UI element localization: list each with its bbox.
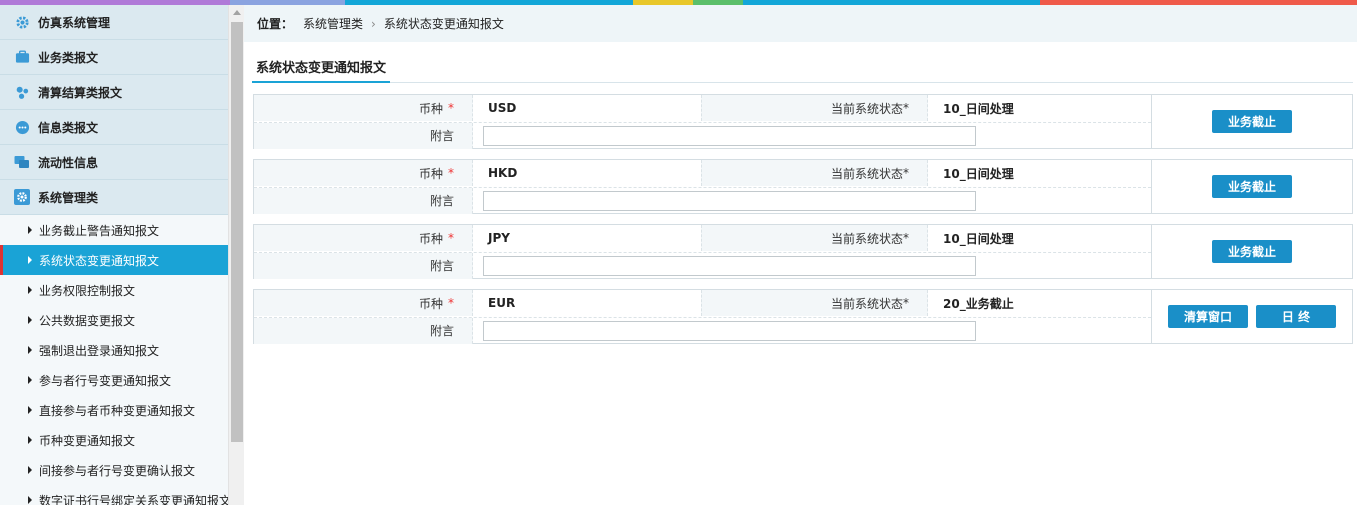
status-label: 当前系统状态 * bbox=[701, 160, 928, 186]
sidebar-item-selected[interactable]: 系统状态变更通知报文 bbox=[0, 245, 228, 275]
caret-right-icon bbox=[28, 406, 32, 414]
sidebar-sub-list: 业务截止警告通知报文 系统状态变更通知报文 业务权限控制报文 公共数据变更报文 … bbox=[0, 215, 228, 505]
caret-right-icon bbox=[28, 316, 32, 324]
note-input[interactable] bbox=[483, 190, 976, 211]
sidebar-item-label: 公共数据变更报文 bbox=[39, 313, 136, 328]
sidebar-item-label: 业务权限控制报文 bbox=[39, 283, 136, 298]
action-cell: 业务截止 bbox=[1151, 225, 1352, 278]
note-label: 附言 bbox=[254, 122, 473, 149]
settings-icon bbox=[14, 189, 30, 205]
scrollbar-thumb[interactable] bbox=[231, 22, 243, 442]
sidebar-item[interactable]: 参与者行号变更通知报文 bbox=[0, 365, 228, 395]
sidebar-item-label: 直接参与者币种变更通知报文 bbox=[39, 403, 196, 418]
currency-label: 币种 * bbox=[254, 95, 473, 121]
comments-icon bbox=[14, 154, 30, 170]
panel-row-note: 附言 bbox=[254, 317, 1151, 344]
business-cutoff-button[interactable]: 业务截止 bbox=[1212, 175, 1292, 198]
sidebar-group-label: 业务类报文 bbox=[38, 50, 99, 65]
panel-row-main: 币种 * EUR 当前系统状态 * 20_业务截止 bbox=[254, 290, 1151, 316]
sidebar-item[interactable]: 币种变更通知报文 bbox=[0, 425, 228, 455]
sidebar-group-simulation[interactable]: 仿真系统管理 bbox=[0, 5, 228, 40]
sidebar-item[interactable]: 公共数据变更报文 bbox=[0, 305, 228, 335]
action-cell: 业务截止 bbox=[1151, 95, 1352, 148]
sidebar-item-label: 币种变更通知报文 bbox=[39, 433, 136, 448]
sidebar-group-label: 流动性信息 bbox=[38, 155, 99, 170]
currency-panel: 币种 * USD 当前系统状态 * 10_日间处理 附言 业务截止 bbox=[253, 94, 1353, 149]
caret-right-icon bbox=[28, 496, 32, 504]
note-label: 附言 bbox=[254, 317, 473, 344]
chat-icon bbox=[14, 119, 30, 135]
business-cutoff-button[interactable]: 业务截止 bbox=[1212, 110, 1292, 133]
caret-right-icon bbox=[28, 346, 32, 354]
sidebar-group-liquidity[interactable]: 流动性信息 bbox=[0, 145, 228, 180]
note-label: 附言 bbox=[254, 252, 473, 279]
gear-icon bbox=[14, 14, 30, 30]
currency-value: JPY bbox=[488, 231, 510, 245]
currency-panel: 币种 * HKD 当前系统状态 * 10_日间处理 附言 业务截止 bbox=[253, 159, 1353, 214]
sidebar-item-label: 业务截止警告通知报文 bbox=[39, 223, 160, 238]
sidebar-group-label: 仿真系统管理 bbox=[38, 15, 111, 30]
status-value: 10_日间处理 bbox=[943, 231, 1014, 246]
caret-right-icon bbox=[28, 226, 32, 234]
panel-row-main: 币种 * USD 当前系统状态 * 10_日间处理 bbox=[254, 95, 1151, 121]
note-label: 附言 bbox=[254, 187, 473, 214]
sidebar-group-clearing[interactable]: 清算结算类报文 bbox=[0, 75, 228, 110]
currency-label: 币种 * bbox=[254, 160, 473, 186]
currency-label: 币种 * bbox=[254, 225, 473, 251]
currency-value: USD bbox=[488, 101, 517, 115]
caret-right-icon bbox=[28, 286, 32, 294]
sidebar-item-label: 系统状态变更通知报文 bbox=[39, 253, 160, 268]
sidebar-item[interactable]: 业务权限控制报文 bbox=[0, 275, 228, 305]
end-of-day-button[interactable]: 日 终 bbox=[1256, 305, 1336, 328]
note-input[interactable] bbox=[483, 125, 976, 146]
note-input[interactable] bbox=[483, 255, 976, 276]
sidebar-item-label: 参与者行号变更通知报文 bbox=[39, 373, 172, 388]
status-label: 当前系统状态 * bbox=[701, 95, 928, 121]
sidebar-item-label: 数字证书行号绑定关系变更通知报文 bbox=[39, 493, 228, 505]
sidebar: 仿真系统管理 业务类报文 清算结算类报文 信息类报文 流动性信息 系统管理类 业… bbox=[0, 5, 228, 505]
caret-right-icon bbox=[28, 376, 32, 384]
business-cutoff-button[interactable]: 业务截止 bbox=[1212, 240, 1292, 263]
sidebar-item[interactable]: 间接参与者行号变更确认报文 bbox=[0, 455, 228, 485]
status-value: 20_业务截止 bbox=[943, 296, 1014, 311]
currency-value: HKD bbox=[488, 166, 518, 180]
sidebar-group-label: 信息类报文 bbox=[38, 120, 99, 135]
sidebar-item[interactable]: 强制退出登录通知报文 bbox=[0, 335, 228, 365]
clearing-window-button[interactable]: 清算窗口 bbox=[1168, 305, 1248, 328]
note-input[interactable] bbox=[483, 320, 976, 341]
panel-row-note: 附言 bbox=[254, 122, 1151, 149]
scroll-up-icon[interactable] bbox=[233, 10, 241, 15]
sidebar-item[interactable]: 数字证书行号绑定关系变更通知报文 bbox=[0, 485, 228, 505]
sidebar-item-label: 间接参与者行号变更确认报文 bbox=[39, 463, 196, 478]
sidebar-item[interactable]: 直接参与者币种变更通知报文 bbox=[0, 395, 228, 425]
currency-label: 币种 * bbox=[254, 290, 473, 316]
sidebar-group-label: 系统管理类 bbox=[38, 190, 99, 205]
panels-container: 币种 * USD 当前系统状态 * 10_日间处理 附言 业务截止 币种 * HKD … bbox=[244, 5, 1357, 505]
status-value: 10_日间处理 bbox=[943, 101, 1014, 116]
sidebar-item-label: 强制退出登录通知报文 bbox=[39, 343, 160, 358]
panel-row-main: 币种 * JPY 当前系统状态 * 10_日间处理 bbox=[254, 225, 1151, 251]
currency-value: EUR bbox=[488, 296, 516, 310]
caret-right-icon bbox=[28, 466, 32, 474]
sidebar-group-business[interactable]: 业务类报文 bbox=[0, 40, 228, 75]
panel-row-note: 附言 bbox=[254, 187, 1151, 214]
sidebar-group-info[interactable]: 信息类报文 bbox=[0, 110, 228, 145]
action-cell: 业务截止 bbox=[1151, 160, 1352, 213]
action-cell: 清算窗口 日 终 bbox=[1151, 290, 1352, 343]
briefcase-icon bbox=[14, 49, 30, 65]
nodes-icon bbox=[14, 84, 30, 100]
caret-right-icon bbox=[28, 256, 32, 264]
caret-right-icon bbox=[28, 436, 32, 444]
sidebar-scrollbar[interactable] bbox=[228, 5, 244, 505]
currency-panel: 币种 * JPY 当前系统状态 * 10_日间处理 附言 业务截止 bbox=[253, 224, 1353, 279]
status-label: 当前系统状态 * bbox=[701, 290, 928, 316]
panel-row-note: 附言 bbox=[254, 252, 1151, 279]
sidebar-group-system[interactable]: 系统管理类 bbox=[0, 180, 228, 215]
status-label: 当前系统状态 * bbox=[701, 225, 928, 251]
sidebar-item[interactable]: 业务截止警告通知报文 bbox=[0, 215, 228, 245]
status-value: 10_日间处理 bbox=[943, 166, 1014, 181]
sidebar-group-label: 清算结算类报文 bbox=[38, 85, 123, 100]
panel-row-main: 币种 * HKD 当前系统状态 * 10_日间处理 bbox=[254, 160, 1151, 186]
currency-panel: 币种 * EUR 当前系统状态 * 20_业务截止 附言 清算窗口 日 终 bbox=[253, 289, 1353, 344]
